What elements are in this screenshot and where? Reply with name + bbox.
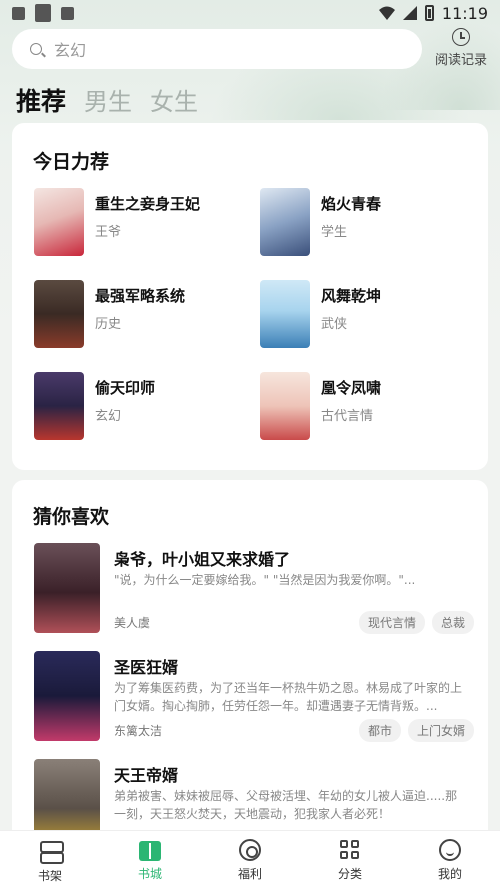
app-notification-icon: [61, 6, 74, 20]
today-recommend-card: 今日力荐 重生之妾身王妃 王爷 焰火青春 学生 最强军略系统 历史 风舞乾坤 武…: [12, 123, 488, 470]
book-cover: [34, 188, 84, 256]
book-tag[interactable]: 都市: [358, 719, 401, 742]
book-item[interactable]: 风舞乾坤 武侠: [260, 280, 480, 350]
clock-icon: [452, 28, 470, 46]
book-description: "说，为什么一定要嫁给我。" "当然是因为我爱你啊。"...: [114, 573, 416, 587]
book-tag[interactable]: 现代言情: [358, 611, 425, 634]
book-cover: [260, 280, 310, 348]
nav-book-store[interactable]: 书城: [100, 831, 200, 888]
book-cover: [260, 188, 310, 256]
status-bar: 11:19: [0, 0, 500, 26]
book-category: 古代言情: [321, 409, 374, 424]
book-cover: [34, 280, 84, 348]
book-title: 重生之妾身王妃: [95, 195, 201, 213]
book-author: 美人虞: [114, 616, 151, 630]
book-cover: [260, 372, 310, 440]
status-time: 11:19: [441, 3, 488, 23]
book-tag[interactable]: 上门女婿: [407, 719, 474, 742]
search-input[interactable]: 玄幻: [12, 29, 422, 69]
nav-category[interactable]: 分类: [300, 831, 400, 888]
nav-label: 书城: [137, 867, 162, 881]
gallery-notification-icon: [12, 6, 25, 20]
nav-label: 我的: [437, 867, 462, 881]
section-title: 猜你喜欢: [33, 506, 110, 528]
book-title: 风舞乾坤: [321, 287, 382, 305]
book-item[interactable]: 重生之妾身王妃 王爷: [34, 188, 254, 258]
tab-recommend[interactable]: 推荐: [16, 82, 66, 118]
nav-label: 分类: [337, 867, 362, 881]
book-item[interactable]: 最强军略系统 历史: [34, 280, 254, 350]
book-store-icon: [139, 841, 161, 861]
book-title: 枭爷，叶小姐又来求婚了: [114, 550, 291, 569]
book-list-item[interactable]: 枭爷，叶小姐又来求婚了 "说，为什么一定要嫁给我。" "当然是因为我爱你啊。".…: [34, 543, 474, 635]
book-title: 焰火青春: [321, 195, 382, 213]
battery-icon: [424, 5, 434, 21]
nav-bookshelf[interactable]: 书架: [0, 831, 100, 888]
bottom-navigation: 书架 书城 福利 分类 我的: [0, 830, 500, 888]
category-grid-icon: [339, 839, 361, 861]
search-placeholder: 玄幻: [54, 41, 87, 60]
book-category: 玄幻: [95, 409, 122, 424]
tab-female[interactable]: 女生: [150, 82, 198, 117]
nav-label: 书架: [37, 869, 62, 883]
reading-history-label: 阅读记录: [434, 53, 487, 68]
book-description: 为了筹集医药费，为了还当年一杯热牛奶之恩。林易成了叶家的上门女婿。掏心掏肺，任劳…: [114, 681, 463, 713]
bookshelf-icon: [38, 839, 64, 864]
book-title: 最强军略系统: [95, 287, 186, 305]
book-title: 圣医狂婿: [114, 658, 179, 677]
book-category: 王爷: [95, 225, 122, 240]
book-cover: [34, 372, 84, 440]
reading-history-button[interactable]: 阅读记录: [430, 28, 492, 68]
nav-label: 福利: [237, 867, 262, 881]
book-category: 武侠: [321, 317, 348, 332]
book-description: 弟弟被害、妹妹被屈辱、父母被活埋、年幼的女儿被人逼迫.....那一刻，天王怒火焚…: [114, 789, 458, 821]
tab-male[interactable]: 男生: [84, 82, 132, 117]
welfare-icon: [239, 839, 261, 861]
book-tags: 现代言情 总裁: [358, 611, 474, 634]
book-tags: 都市 上门女婿: [358, 719, 474, 742]
profile-icon: [439, 839, 461, 861]
book-title: 凰令凤啸: [321, 379, 382, 397]
book-cover: [34, 651, 100, 741]
signal-icon: [402, 6, 417, 20]
book-item[interactable]: 焰火青春 学生: [260, 188, 480, 258]
guess-you-like-card: 猜你喜欢 枭爷，叶小姐又来求婚了 "说，为什么一定要嫁给我。" "当然是因为我爱…: [12, 480, 488, 860]
book-author: 东篱太洁: [114, 724, 163, 738]
wifi-icon: [378, 6, 395, 20]
book-item[interactable]: 凰令凤啸 古代言情: [260, 372, 480, 442]
book-list-item[interactable]: 圣医狂婿 为了筹集医药费，为了还当年一杯热牛奶之恩。林易成了叶家的上门女婿。掏心…: [34, 651, 474, 743]
search-icon: [30, 43, 42, 55]
channel-tabs: 推荐 男生 女生: [16, 82, 198, 118]
book-category: 历史: [95, 317, 122, 332]
book-cover: [34, 543, 100, 633]
book-notification-icon: [35, 4, 51, 22]
nav-profile[interactable]: 我的: [400, 831, 500, 888]
book-title: 天王帝婿: [114, 766, 179, 785]
book-title: 偷天印师: [95, 379, 156, 397]
book-item[interactable]: 偷天印师 玄幻: [34, 372, 254, 442]
book-tag[interactable]: 总裁: [431, 611, 474, 634]
nav-welfare[interactable]: 福利: [200, 831, 300, 888]
section-title: 今日力荐: [33, 151, 110, 173]
book-category: 学生: [321, 225, 348, 240]
